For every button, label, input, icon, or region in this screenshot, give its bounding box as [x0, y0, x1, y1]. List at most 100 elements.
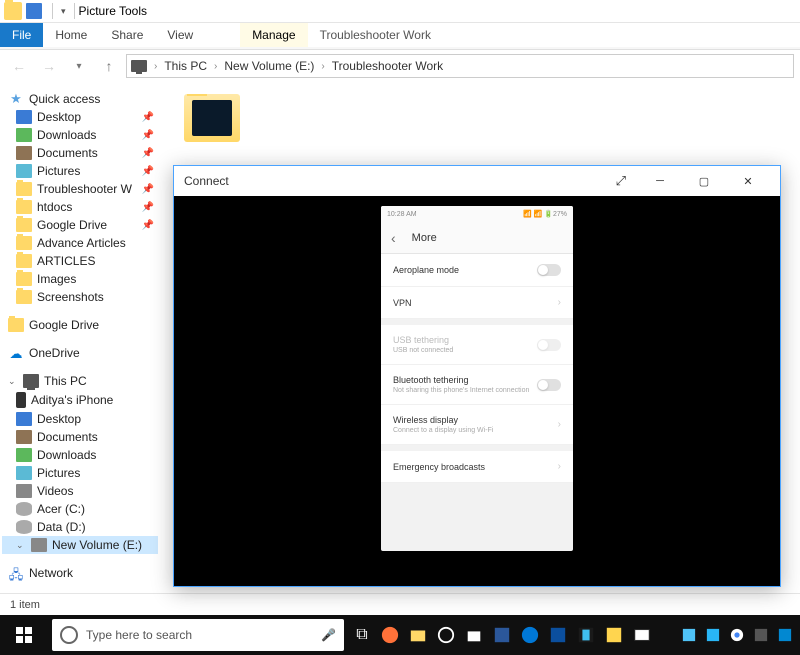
taskbar-app-sticky-notes[interactable] [600, 615, 628, 655]
home-tab[interactable]: Home [43, 23, 99, 47]
phone-row-aeroplane[interactable]: Aeroplane mode [381, 254, 573, 287]
ribbon-tabs: File Home Share View Manage Troubleshoot… [0, 23, 800, 47]
file-tab[interactable]: File [0, 23, 43, 47]
mic-icon[interactable]: 🎤 [321, 628, 336, 642]
this-pc-icon [131, 60, 147, 72]
toggle-icon [537, 339, 561, 351]
sidebar-item-images[interactable]: Images [2, 270, 158, 288]
expand-icon[interactable]: ⌄ [16, 540, 26, 551]
sidebar-item-advance-articles[interactable]: Advance Articles [2, 234, 158, 252]
cortana-ring-icon [60, 626, 78, 644]
quick-access-header[interactable]: ★Quick access [2, 90, 158, 108]
share-tab[interactable]: Share [99, 23, 155, 47]
phone-row-wireless-display[interactable]: Wireless displayConnect to a display usi… [381, 405, 573, 445]
sidebar-item-documents[interactable]: Documents📌 [2, 144, 158, 162]
phone-row-bluetooth-tethering[interactable]: Bluetooth tetheringNot sharing this phon… [381, 365, 573, 405]
breadcrumb-root[interactable]: This PC [162, 59, 209, 73]
phone-battery: 📶 📶 🔋27% [523, 210, 567, 218]
folder-icon [16, 290, 32, 304]
onedrive-header[interactable]: ☁OneDrive [2, 344, 158, 362]
taskbar-app-generic2[interactable] [572, 615, 600, 655]
item-count: 1 item [10, 599, 40, 611]
breadcrumb-drive[interactable]: New Volume (E:) [222, 59, 316, 73]
sidebar-item-articles[interactable]: ARTICLES [2, 252, 158, 270]
breadcrumb-folder[interactable]: Troubleshooter Work [330, 59, 445, 73]
chevron-right-icon: › [558, 461, 561, 472]
toggle-icon[interactable] [537, 264, 561, 276]
tray-icon-connect[interactable] [774, 615, 796, 655]
sidebar-item-google-drive[interactable]: Google Drive📌 [2, 216, 158, 234]
phone-header: ‹ More [381, 222, 573, 254]
manage-tab[interactable]: Manage [240, 23, 307, 47]
sidebar-item-downloads[interactable]: Downloads📌 [2, 126, 158, 144]
taskbar-app-word[interactable] [488, 615, 516, 655]
folder-icon [16, 218, 32, 232]
minimize-button[interactable]: ─ [638, 166, 682, 196]
folder-icon [16, 182, 32, 196]
sidebar-item-pictures[interactable]: Pictures📌 [2, 162, 158, 180]
qat-dropdown-icon[interactable]: ▾ [61, 6, 66, 17]
save-icon[interactable] [26, 3, 42, 19]
close-button[interactable]: ✕ [726, 166, 770, 196]
folder-item[interactable] [172, 94, 252, 146]
folder-icon [16, 200, 32, 214]
tray-icon[interactable] [678, 615, 700, 655]
sidebar-item-desktop[interactable]: Desktop📌 [2, 108, 158, 126]
chevron-right-icon[interactable]: › [318, 61, 327, 72]
chevron-right-icon[interactable]: › [151, 61, 160, 72]
folder-icon [16, 272, 32, 286]
taskbar-app-store[interactable] [460, 615, 488, 655]
quick-access-toolbar: ▾ Picture Tools [0, 0, 800, 23]
sidebar-item-screenshots[interactable]: Screenshots [2, 288, 158, 306]
phone-row-usb-tethering: USB tetheringUSB not connected [381, 325, 573, 365]
chevron-right-icon[interactable]: › [211, 61, 220, 72]
view-tab[interactable]: View [155, 23, 205, 47]
this-pc-header[interactable]: ⌄This PC [2, 372, 158, 390]
taskbar-app-mail[interactable] [628, 615, 656, 655]
back-icon[interactable]: ‹ [391, 230, 396, 246]
navigation-pane: ★Quick access Desktop📌 Downloads📌 Docume… [0, 82, 160, 593]
sidebar-item-downloads-pc[interactable]: Downloads [2, 446, 158, 464]
nav-up-button[interactable]: ↑ [96, 53, 122, 79]
sidebar-item-pictures-pc[interactable]: Pictures [2, 464, 158, 482]
sidebar-item-acer-c[interactable]: Acer (C:) [2, 500, 158, 518]
maximize-button[interactable]: ▢ [682, 166, 726, 196]
taskbar-app-generic1[interactable] [544, 615, 572, 655]
sidebar-item-htdocs[interactable]: htdocs📌 [2, 198, 158, 216]
connect-titlebar[interactable]: Connect ⤢ ─ ▢ ✕ [174, 166, 780, 196]
tray-icon[interactable] [750, 615, 772, 655]
sidebar-item-desktop-pc[interactable]: Desktop [2, 410, 158, 428]
taskbar-app-firefox[interactable] [376, 615, 404, 655]
taskbar-search[interactable]: Type here to search 🎤 [52, 619, 344, 651]
taskbar-app-explorer[interactable] [404, 615, 432, 655]
network-header[interactable]: 🖧Network [2, 564, 158, 582]
phone-row-emergency-broadcasts[interactable]: Emergency broadcasts › [381, 451, 573, 483]
sidebar-item-new-volume-e[interactable]: ⌄New Volume (E:) [2, 536, 158, 554]
nav-recent-dropdown[interactable]: ▾ [66, 53, 92, 79]
disk-icon [16, 520, 32, 534]
tray-icon-chrome[interactable] [726, 615, 748, 655]
start-button[interactable] [0, 615, 48, 655]
toggle-icon[interactable] [537, 379, 561, 391]
pin-icon: 📌 [142, 130, 154, 141]
sidebar-item-videos[interactable]: Videos [2, 482, 158, 500]
taskbar-app-edge[interactable] [516, 615, 544, 655]
folder-icon [16, 236, 32, 250]
nav-back-button[interactable]: ← [6, 53, 32, 79]
taskbar-app-settings[interactable] [432, 615, 460, 655]
expand-icon[interactable]: ⌄ [8, 376, 18, 387]
google-drive-header[interactable]: Google Drive [2, 316, 158, 334]
status-bar: 1 item [0, 593, 800, 615]
nav-forward-button[interactable]: → [36, 53, 62, 79]
google-drive-icon [8, 318, 24, 332]
context-tab-label: Picture Tools [79, 4, 147, 18]
tray-icon[interactable] [702, 615, 724, 655]
sidebar-item-iphone[interactable]: Aditya's iPhone [2, 390, 158, 410]
address-bar[interactable]: › This PC › New Volume (E:) › Troublesho… [126, 54, 794, 78]
task-view-button[interactable]: ⧉ [348, 615, 376, 655]
sidebar-item-documents-pc[interactable]: Documents [2, 428, 158, 446]
phone-row-vpn[interactable]: VPN › [381, 287, 573, 319]
sidebar-item-data-d[interactable]: Data (D:) [2, 518, 158, 536]
expand-icon[interactable]: ⤢ [616, 173, 626, 189]
sidebar-item-troubleshooter[interactable]: Troubleshooter W📌 [2, 180, 158, 198]
